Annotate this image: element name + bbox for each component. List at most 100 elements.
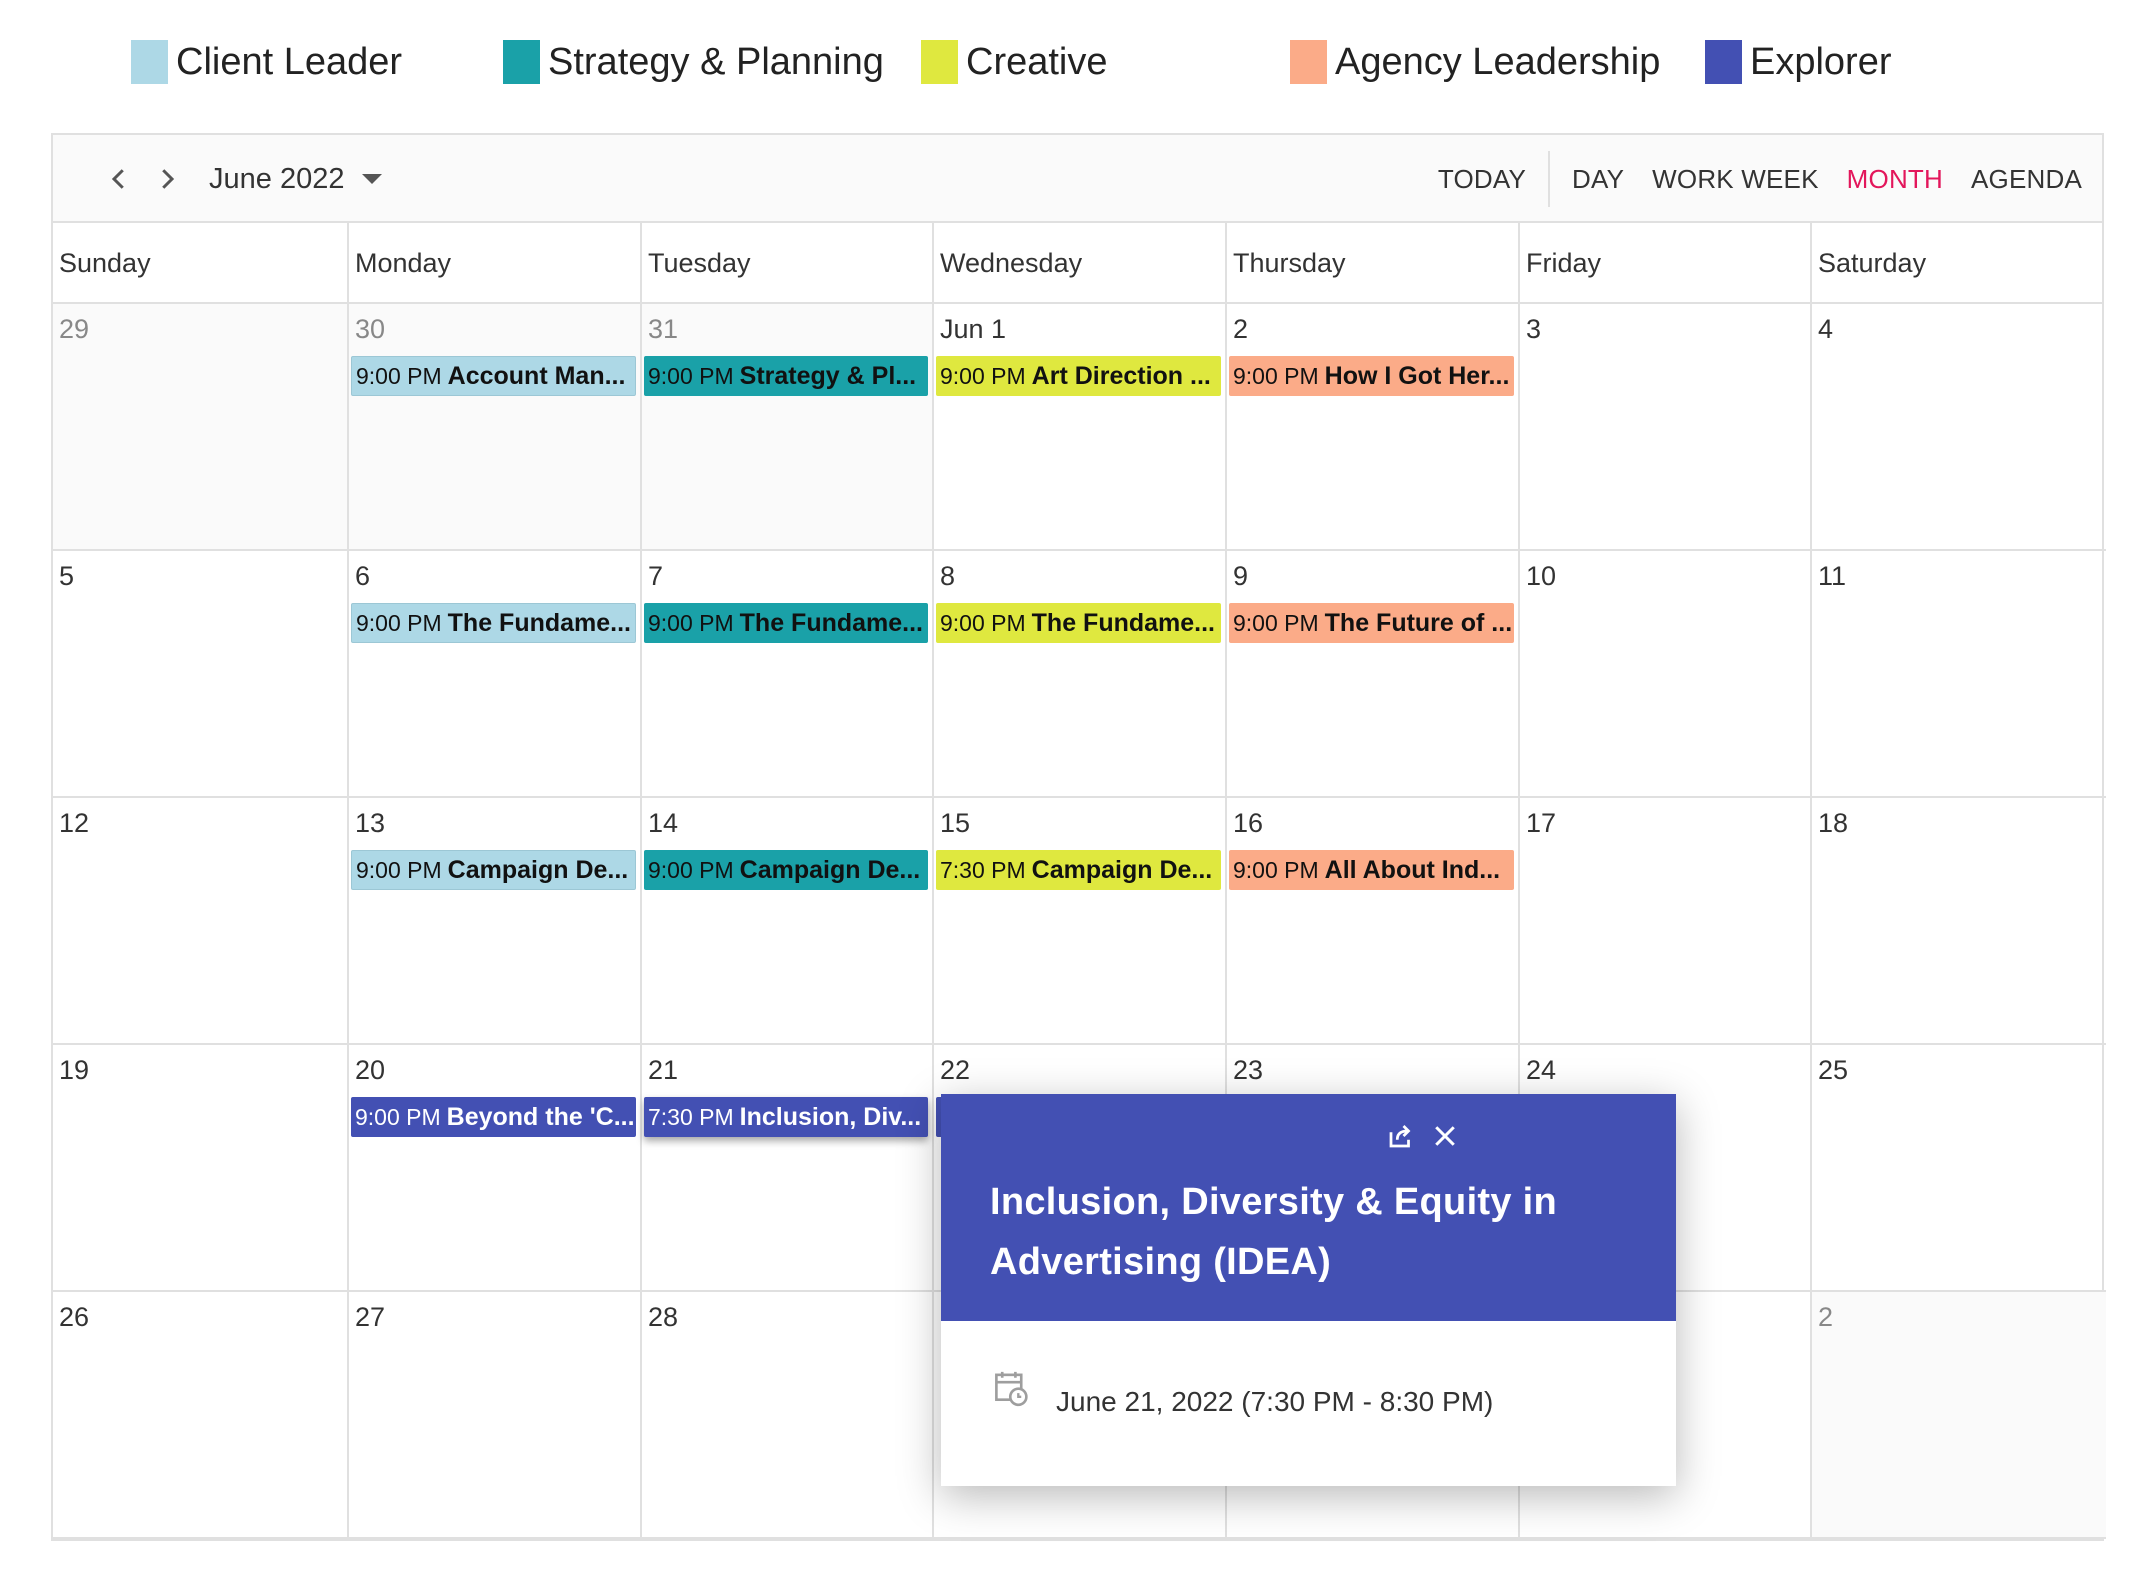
day-cell-date[interactable]: 7 xyxy=(648,561,663,592)
day-cell[interactable]: 20 xyxy=(347,1045,640,1292)
day-cell[interactable]: 16 xyxy=(1225,798,1518,1045)
appointment[interactable]: 7:30 PM Campaign De... xyxy=(936,850,1221,890)
appointment-subject: Beyond the 'C... xyxy=(446,1102,635,1131)
day-cell-date[interactable]: 11 xyxy=(1818,561,1846,592)
appointment[interactable]: 9:00 PM All About Ind... xyxy=(1229,850,1514,890)
appointment[interactable]: 9:00 PM The Future of ... xyxy=(1229,603,1514,643)
day-cell[interactable]: 5 xyxy=(53,551,347,798)
day-cell[interactable]: 11 xyxy=(1810,551,2106,798)
day-cell[interactable]: 13 xyxy=(347,798,640,1045)
day-cell[interactable]: 10 xyxy=(1518,551,1810,798)
day-cell-date[interactable]: 18 xyxy=(1818,808,1848,839)
day-cell-date[interactable]: 2 xyxy=(1818,1302,1833,1333)
day-cell-date[interactable]: 30 xyxy=(355,314,385,345)
legend-item: Client Leader xyxy=(131,40,402,84)
legend-swatch xyxy=(131,40,168,84)
previous-button[interactable] xyxy=(97,157,141,201)
appointment[interactable]: 9:00 PM The Fundame... xyxy=(644,603,928,643)
day-cell-date[interactable]: 26 xyxy=(59,1302,89,1333)
day-cell-date[interactable]: 6 xyxy=(355,561,370,592)
day-cell[interactable]: 29 xyxy=(53,304,347,551)
appointment[interactable]: 9:00 PM The Fundame... xyxy=(936,603,1221,643)
date-range-picker[interactable]: June 2022 xyxy=(209,157,383,201)
appointment-time: 7:30 PM xyxy=(940,856,1026,883)
day-cell[interactable]: 3 xyxy=(1518,304,1810,551)
work-week-view-button[interactable]: WORK WEEK xyxy=(1652,164,1818,195)
day-cell[interactable]: 18 xyxy=(1810,798,2106,1045)
day-cell[interactable]: 28 xyxy=(640,1292,932,1539)
day-cell-date[interactable]: 24 xyxy=(1526,1055,1556,1086)
day-cell[interactable]: 2 xyxy=(1225,304,1518,551)
day-cell[interactable]: 6 xyxy=(347,551,640,798)
day-cell-date[interactable]: 2 xyxy=(1233,314,1248,345)
day-cell-date[interactable]: 21 xyxy=(648,1055,678,1086)
day-cell[interactable]: 27 xyxy=(347,1292,640,1539)
view-switcher: TODAY DAY WORK WEEK MONTH AGENDA xyxy=(1410,151,2082,207)
day-cell-date[interactable]: 4 xyxy=(1818,314,1833,345)
day-cell[interactable]: 31 xyxy=(640,304,932,551)
day-cell-date[interactable]: 8 xyxy=(940,561,955,592)
day-cell[interactable]: 21 xyxy=(640,1045,932,1292)
day-cell-date[interactable]: 31 xyxy=(648,314,678,345)
day-cell[interactable]: 15 xyxy=(932,798,1225,1045)
appointment-time: 9:00 PM xyxy=(940,609,1026,636)
day-cell[interactable]: 12 xyxy=(53,798,347,1045)
appointment-subject: How I Got Her... xyxy=(1324,361,1510,390)
day-cell[interactable]: 30 xyxy=(347,304,640,551)
day-cell-date[interactable]: 27 xyxy=(355,1302,385,1333)
day-view-button[interactable]: DAY xyxy=(1572,164,1624,195)
popup-body: June 21, 2022 (7:30 PM - 8:30 PM) xyxy=(941,1321,1676,1486)
appointment[interactable]: 9:00 PM Campaign De... xyxy=(644,850,928,890)
today-button[interactable]: TODAY xyxy=(1438,164,1526,195)
appointment[interactable]: 9:00 PM Art Direction ... xyxy=(936,356,1221,396)
day-name-header: Sunday xyxy=(59,248,151,278)
day-name-header: Thursday xyxy=(1225,223,1518,304)
day-cell-date[interactable]: 12 xyxy=(59,808,89,839)
day-cell-date[interactable]: 16 xyxy=(1233,808,1263,839)
day-cell[interactable]: 19 xyxy=(53,1045,347,1292)
day-cell-date[interactable]: 15 xyxy=(940,808,970,839)
day-cell-date[interactable]: 10 xyxy=(1526,561,1556,592)
day-cell-date[interactable]: 13 xyxy=(355,808,385,839)
appointment[interactable]: 9:00 PM Account Man... xyxy=(351,356,636,396)
day-cell-date[interactable]: 19 xyxy=(59,1055,89,1086)
appointment[interactable]: 7:30 PM Inclusion, Div... xyxy=(644,1097,928,1137)
day-cell[interactable]: 4 xyxy=(1810,304,2106,551)
day-cell[interactable]: 14 xyxy=(640,798,932,1045)
toolbar-divider xyxy=(1548,151,1551,207)
day-cell-date[interactable]: 25 xyxy=(1818,1055,1848,1086)
month-view-button[interactable]: MONTH xyxy=(1847,164,1943,195)
day-cell-date[interactable]: Jun 1 xyxy=(940,314,1006,345)
appointment[interactable]: 9:00 PM How I Got Her... xyxy=(1229,356,1514,396)
day-cell-date[interactable]: 3 xyxy=(1526,314,1541,345)
day-cell[interactable]: 17 xyxy=(1518,798,1810,1045)
day-cell[interactable]: 9 xyxy=(1225,551,1518,798)
agenda-view-button[interactable]: AGENDA xyxy=(1971,164,2082,195)
day-cell-date[interactable]: 29 xyxy=(59,314,89,345)
close-popup-button[interactable] xyxy=(1423,1114,1467,1158)
day-cell[interactable]: 25 xyxy=(1810,1045,2106,1292)
day-cell[interactable]: 2 xyxy=(1810,1292,2106,1539)
appointment-time: 9:00 PM xyxy=(1233,609,1319,636)
open-event-button[interactable] xyxy=(1379,1114,1423,1158)
next-button[interactable] xyxy=(145,157,189,201)
appointment[interactable]: 9:00 PM The Fundame... xyxy=(351,603,636,643)
day-cell-date[interactable]: 14 xyxy=(648,808,678,839)
day-cell[interactable]: 7 xyxy=(640,551,932,798)
day-cell-date[interactable]: 23 xyxy=(1233,1055,1263,1086)
day-cell[interactable]: 8 xyxy=(932,551,1225,798)
day-cell[interactable]: 26 xyxy=(53,1292,347,1539)
close-icon xyxy=(1435,1126,1455,1146)
appointment[interactable]: 9:00 PM Strategy & Pl... xyxy=(644,356,928,396)
day-cell-date[interactable]: 22 xyxy=(940,1055,970,1086)
chevron-left-icon xyxy=(111,169,124,189)
day-cell-date[interactable]: 28 xyxy=(648,1302,678,1333)
day-cell-date[interactable]: 9 xyxy=(1233,561,1248,592)
day-cell[interactable]: Jun 1 xyxy=(932,304,1225,551)
day-cell-date[interactable]: 20 xyxy=(355,1055,385,1086)
appointment[interactable]: 9:00 PM Campaign De... xyxy=(351,850,636,890)
day-cell-date[interactable]: 17 xyxy=(1526,808,1556,839)
appointment-time: 9:00 PM xyxy=(356,609,442,636)
day-cell-date[interactable]: 5 xyxy=(59,561,74,592)
appointment[interactable]: 9:00 PM Beyond the 'C... xyxy=(351,1097,636,1137)
